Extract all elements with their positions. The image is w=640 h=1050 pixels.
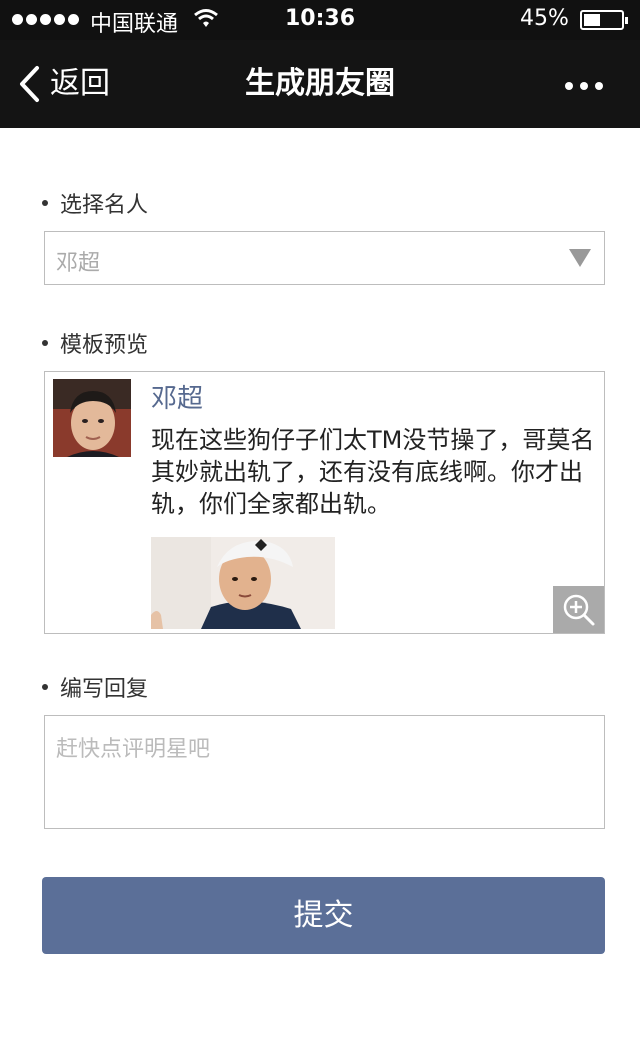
more-options-icon[interactable]: [565, 82, 603, 90]
battery-percentage: 45%: [520, 6, 569, 31]
bullet-icon: [42, 684, 48, 690]
reply-placeholder: 赶快点评明星吧: [56, 737, 211, 762]
celebrity-select-value: 邓超: [56, 251, 101, 276]
bullet-icon: [42, 200, 48, 206]
preview-section-text: 模板预览: [60, 333, 149, 358]
celebrity-select[interactable]: 邓超: [44, 231, 605, 285]
nav-bar: 返回 生成朋友圈: [0, 40, 640, 128]
select-section-text: 选择名人: [60, 193, 149, 218]
post-text: 现在这些狗仔子们太TM没节操了，哥莫名其妙就出轨了，还有没有底线啊。你才出轨，你…: [151, 426, 595, 518]
preview-section-label: 模板预览: [42, 327, 148, 359]
template-preview: 邓超 现在这些狗仔子们太TM没节操了，哥莫名其妙就出轨了，还有没有底线啊。你才出…: [44, 371, 605, 634]
status-bar: 中国联通 10:36 45%: [0, 0, 640, 40]
post-photo: [151, 537, 335, 629]
page-title: 生成朋友圈: [245, 66, 395, 101]
submit-button[interactable]: 提交: [42, 877, 605, 954]
dropdown-arrow-icon: [569, 249, 591, 267]
battery-icon: [580, 10, 628, 30]
avatar: [53, 379, 131, 457]
zoom-in-icon: [563, 594, 595, 626]
select-section-label: 选择名人: [42, 187, 148, 219]
zoom-in-button[interactable]: [553, 586, 604, 633]
reply-section-label: 编写回复: [42, 671, 148, 703]
post-author-name: 邓超: [151, 384, 204, 414]
battery-fill: [584, 14, 600, 26]
reply-textarea[interactable]: 赶快点评明星吧: [44, 715, 605, 829]
reply-section-text: 编写回复: [60, 677, 149, 702]
bullet-icon: [42, 340, 48, 346]
